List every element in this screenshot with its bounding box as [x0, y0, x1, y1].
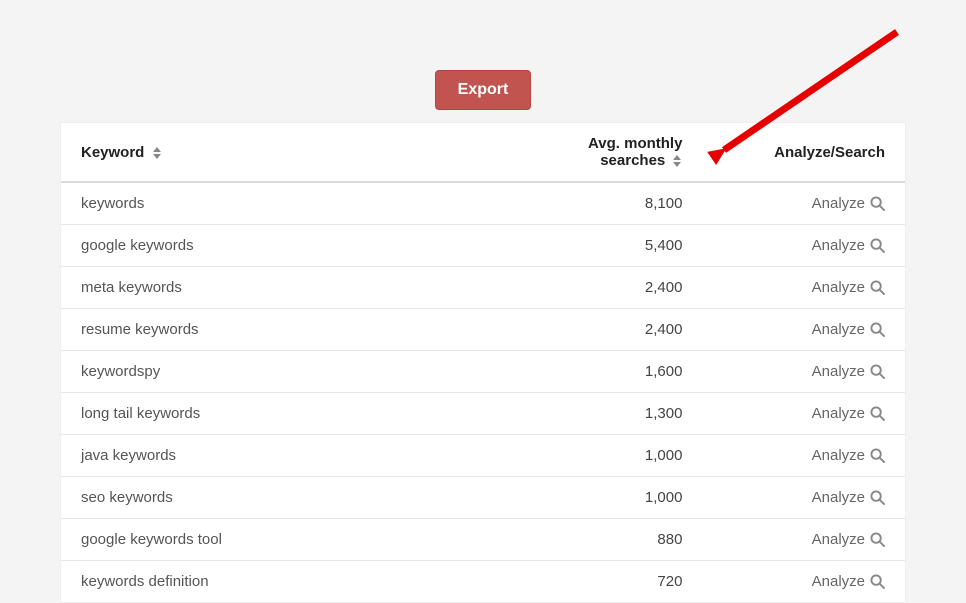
searches-cell: 8,100: [500, 182, 703, 225]
analyze-cell-wrap: Analyze: [702, 309, 905, 351]
table-row: long tail keywords1,300 Analyze: [61, 393, 905, 435]
keyword-cell: resume keywords: [61, 309, 500, 351]
analyze-label: Analyze: [812, 195, 865, 212]
table-row: meta keywords2,400 Analyze: [61, 267, 905, 309]
search-icon: [870, 280, 885, 295]
column-header-searches-label: Avg. monthly searches: [588, 135, 682, 169]
column-header-keyword[interactable]: Keyword: [61, 123, 500, 182]
table-row: java keywords1,000 Analyze: [61, 435, 905, 477]
keyword-cell: seo keywords: [61, 477, 500, 519]
search-icon: [870, 490, 885, 505]
searches-cell: 880: [500, 519, 703, 561]
analyze-cell-wrap: Analyze: [702, 519, 905, 561]
search-icon: [870, 448, 885, 463]
analyze-button[interactable]: Analyze: [812, 489, 885, 506]
table-row: seo keywords1,000 Analyze: [61, 477, 905, 519]
analyze-label: Analyze: [812, 447, 865, 464]
keyword-cell: java keywords: [61, 435, 500, 477]
analyze-cell-wrap: Analyze: [702, 393, 905, 435]
analyze-cell-wrap: Analyze: [702, 182, 905, 225]
sort-icon: [152, 146, 162, 160]
keyword-cell: google keywords: [61, 225, 500, 267]
analyze-cell-wrap: Analyze: [702, 351, 905, 393]
analyze-button[interactable]: Analyze: [812, 237, 885, 254]
analyze-button[interactable]: Analyze: [812, 447, 885, 464]
sort-icon: [672, 154, 682, 168]
search-icon: [870, 196, 885, 211]
searches-cell: 2,400: [500, 309, 703, 351]
analyze-button[interactable]: Analyze: [812, 573, 885, 590]
table-row: resume keywords2,400 Analyze: [61, 309, 905, 351]
analyze-label: Analyze: [812, 573, 865, 590]
search-icon: [870, 532, 885, 547]
column-header-keyword-label: Keyword: [81, 144, 144, 161]
searches-cell: 1,300: [500, 393, 703, 435]
keyword-cell: keywords definition: [61, 561, 500, 603]
table-row: google keywords tool880 Analyze: [61, 519, 905, 561]
analyze-label: Analyze: [812, 279, 865, 296]
searches-cell: 2,400: [500, 267, 703, 309]
table-row: keywordspy1,600 Analyze: [61, 351, 905, 393]
analyze-cell-wrap: Analyze: [702, 225, 905, 267]
analyze-button[interactable]: Analyze: [812, 405, 885, 422]
search-icon: [870, 574, 885, 589]
searches-cell: 1,000: [500, 477, 703, 519]
column-header-searches[interactable]: Avg. monthly searches: [500, 123, 703, 182]
analyze-label: Analyze: [812, 489, 865, 506]
analyze-label: Analyze: [812, 363, 865, 380]
search-icon: [870, 364, 885, 379]
keyword-cell: google keywords tool: [61, 519, 500, 561]
analyze-button[interactable]: Analyze: [812, 195, 885, 212]
search-icon: [870, 238, 885, 253]
table-row: keywords8,100 Analyze: [61, 182, 905, 225]
keyword-table: Keyword Avg. monthly searches Analyze/Se…: [61, 123, 905, 602]
keyword-cell: meta keywords: [61, 267, 500, 309]
analyze-label: Analyze: [812, 531, 865, 548]
column-header-analyze: Analyze/Search: [702, 123, 905, 182]
export-button[interactable]: Export: [435, 70, 532, 110]
table-row: keywords definition720 Analyze: [61, 561, 905, 603]
analyze-label: Analyze: [812, 237, 865, 254]
keyword-cell: keywordspy: [61, 351, 500, 393]
search-icon: [870, 322, 885, 337]
keyword-cell: long tail keywords: [61, 393, 500, 435]
analyze-cell-wrap: Analyze: [702, 561, 905, 603]
searches-cell: 1,600: [500, 351, 703, 393]
analyze-button[interactable]: Analyze: [812, 363, 885, 380]
analyze-cell-wrap: Analyze: [702, 435, 905, 477]
analyze-button[interactable]: Analyze: [812, 321, 885, 338]
column-header-analyze-label: Analyze/Search: [774, 144, 885, 161]
keyword-cell: keywords: [61, 182, 500, 225]
searches-cell: 5,400: [500, 225, 703, 267]
searches-cell: 1,000: [500, 435, 703, 477]
searches-cell: 720: [500, 561, 703, 603]
search-icon: [870, 406, 885, 421]
analyze-cell-wrap: Analyze: [702, 267, 905, 309]
analyze-button[interactable]: Analyze: [812, 531, 885, 548]
table-row: google keywords5,400 Analyze: [61, 225, 905, 267]
analyze-cell-wrap: Analyze: [702, 477, 905, 519]
keyword-table-panel: Keyword Avg. monthly searches Analyze/Se…: [60, 122, 906, 603]
analyze-label: Analyze: [812, 321, 865, 338]
analyze-button[interactable]: Analyze: [812, 279, 885, 296]
analyze-label: Analyze: [812, 405, 865, 422]
